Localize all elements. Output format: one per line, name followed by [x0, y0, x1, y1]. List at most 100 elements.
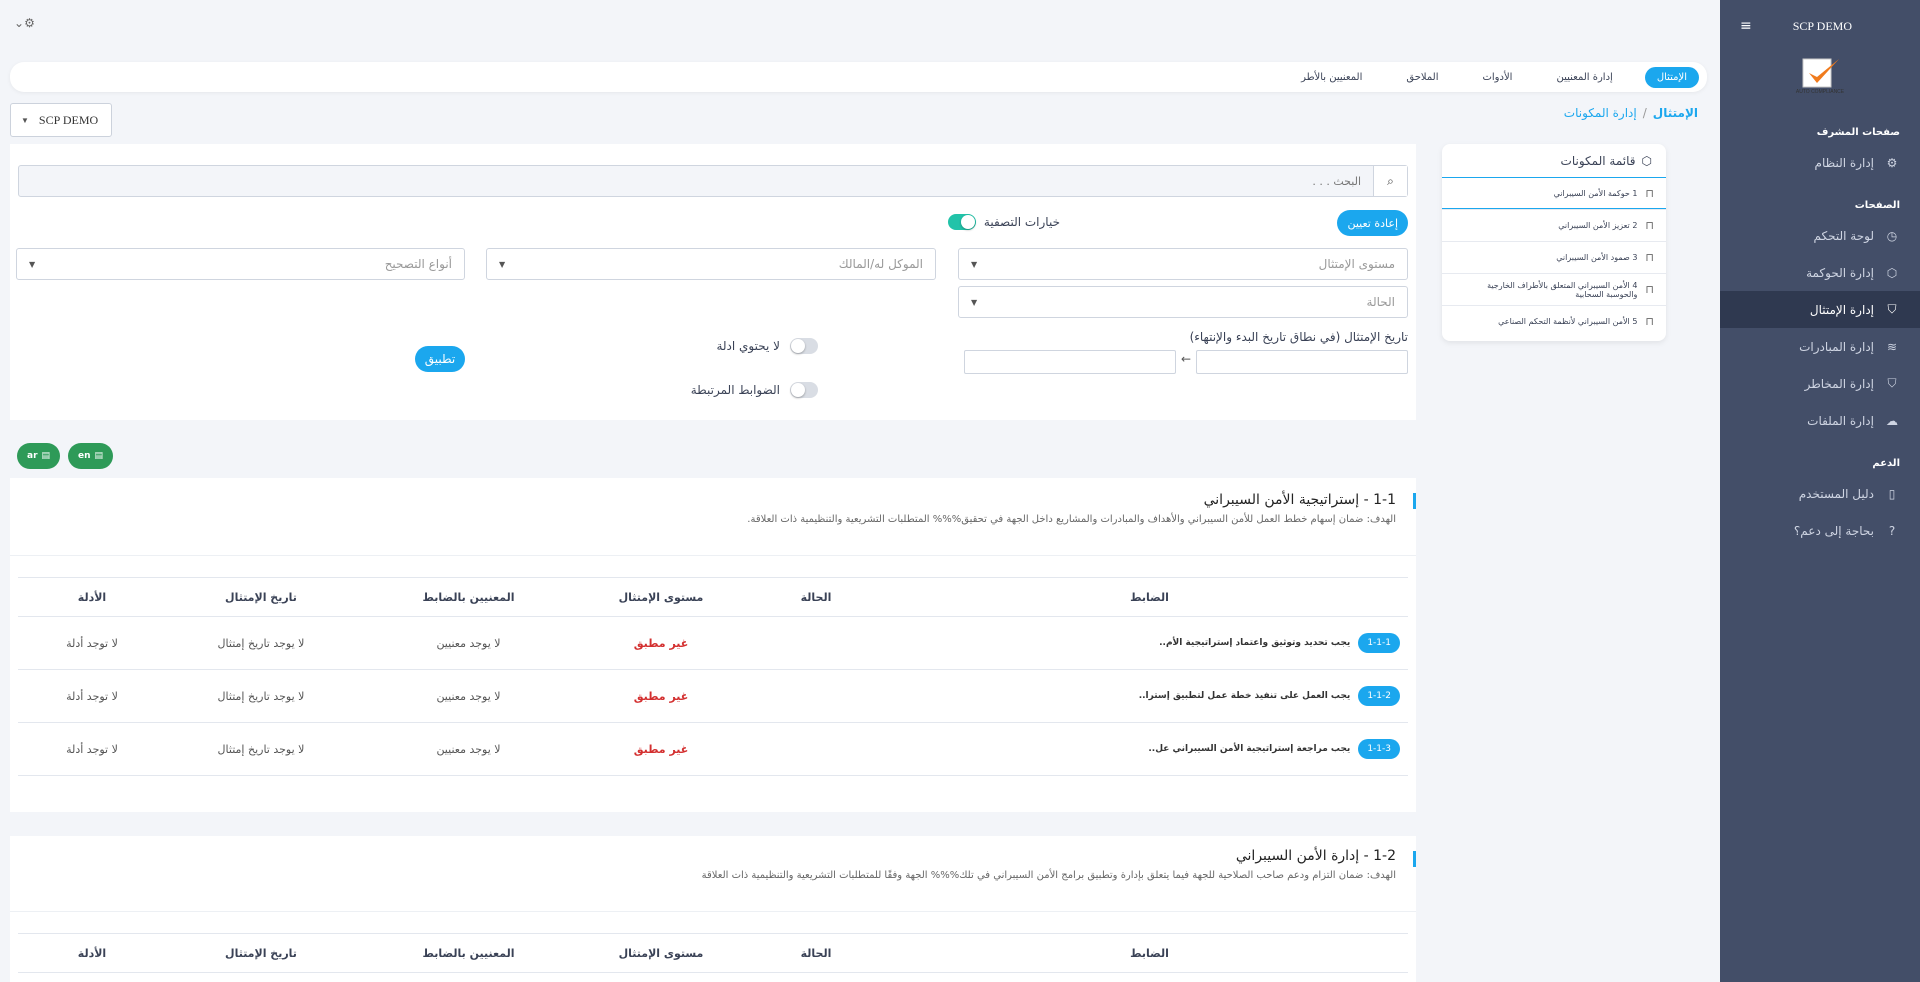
organization-select-value: SCP DEMO	[38, 112, 99, 127]
control-section: 1-1 - إستراتيجية الأمن السيبراني الهدف: …	[10, 478, 1416, 812]
search-button[interactable]: ⌕	[1373, 166, 1407, 196]
assignees: لا يوجد معنيين	[436, 636, 501, 650]
cube-icon: ⬡	[1886, 265, 1898, 280]
settings-dropdown[interactable]: ⌄⚙	[14, 16, 35, 30]
compliance-date-label: تاريخ الإمتثال (في نطاق تاريخ البدء والإ…	[1189, 330, 1408, 344]
tab-appendices[interactable]: الملاحق	[1394, 67, 1450, 88]
section-accent-bar	[1413, 493, 1416, 509]
shield-icon: ⛉	[1887, 376, 1897, 390]
chevron-down-icon: ▼	[21, 115, 29, 125]
control-code-badge[interactable]: 1-1-3	[1358, 739, 1400, 759]
divider	[10, 911, 1416, 912]
compliance-level: غير مطبق	[633, 636, 689, 650]
tab-stakeholders[interactable]: إدارة المعنيين	[1544, 67, 1624, 88]
tab-tools[interactable]: الأدوات	[1470, 67, 1524, 88]
control-code-badge[interactable]: 1-1-2	[1358, 686, 1400, 706]
components-list: ⬡ قائمة المكونات ⊓ 1 حوكمة الأمن السيبران…	[1442, 144, 1666, 341]
layers-icon: ≋	[1886, 339, 1898, 354]
compliance-level: غير مطبق	[633, 742, 689, 756]
evidence: لا توجد أدلة	[66, 636, 118, 650]
sidebar-item-risks[interactable]: ⛉ إدارة المخاطر	[1720, 365, 1920, 402]
correction-types-select[interactable]: أنواع التصحيح ▼	[16, 248, 465, 280]
sidebar-item-compliance[interactable]: ⛉ إدارة الإمتثال	[1720, 291, 1920, 328]
sidebar: SCP DEMO ≡ AUTO COMPLIANCE صفحات المشرف …	[1720, 0, 1920, 982]
bookmark-icon: ⊓	[1645, 251, 1654, 264]
compliance-level: غير مطبق	[633, 689, 689, 703]
export-ar-button[interactable]: ar ▤	[17, 443, 61, 469]
control-text[interactable]: يجب تحديد وتوثيق واعتماد إستراتيجية الأم…	[1159, 638, 1350, 648]
component-item[interactable]: ⊓ 3 صمود الأمن السيبراني	[1442, 241, 1666, 273]
assignees: لا يوجد معنيين	[436, 689, 501, 703]
sidebar-item-files[interactable]: ☁ إدارة الملفات	[1720, 402, 1920, 439]
compliance-date: لا يوجد تاريخ إمتثال	[217, 742, 305, 756]
sidebar-item-governance[interactable]: ⬡ إدارة الحوكمة	[1720, 254, 1920, 291]
no-evidence-label: لا يحتوي ادلة	[716, 339, 780, 353]
sidebar-item-initiatives[interactable]: ≋ إدارة المبادرات	[1720, 328, 1920, 365]
component-item[interactable]: ⊓ 1 حوكمة الأمن السيبراني	[1442, 177, 1666, 209]
bookmark-icon: ⊓	[1645, 186, 1654, 200]
end-date-input[interactable]	[964, 350, 1176, 374]
tab-compliance[interactable]: الإمتثال	[1644, 66, 1699, 88]
section-goal: الهدف: ضمان التزام ودعم صاحب الصلاحية لل…	[701, 870, 1396, 881]
export-en-button[interactable]: en ▤	[68, 443, 114, 469]
sidebar-item-dashboard[interactable]: ◷ لوحة التحكم	[1720, 217, 1920, 254]
control-text[interactable]: يجب مراجعة إستراتيجية الأمن السيبراني عل…	[1148, 744, 1350, 754]
caret-down-icon: ▼	[29, 259, 36, 269]
status-select[interactable]: الحالة ▼	[958, 286, 1408, 318]
components-list-title: قائمة المكونات	[1560, 153, 1636, 168]
reset-button[interactable]: إعادة تعيين	[1337, 210, 1408, 236]
table-row: 1-1-3 يجب مراجعة إستراتيجية الأمن السيبرا…	[18, 723, 1408, 776]
tab-framework-stakeholders[interactable]: المعنيين بالأطر	[1289, 67, 1374, 88]
component-item[interactable]: ⊓ 2 تعزيز الأمن السيبراني	[1442, 209, 1666, 241]
table-row: 1-1-2 يجب العمل على تنفيذ خطة عمل لتطبيق …	[18, 670, 1408, 723]
section-title: 1-2 - إدارة الأمن السيبراني	[1235, 848, 1396, 864]
cloud-upload-icon: ☁	[1886, 413, 1898, 428]
arrow-left-icon: ←	[1180, 352, 1191, 366]
chevron-down-icon: ⌄	[14, 16, 25, 30]
control-code-badge[interactable]: 1-1-1	[1358, 633, 1400, 653]
section-goal: الهدف: ضمان إسهام خطط العمل للأمن السيبر…	[747, 514, 1396, 525]
control-text[interactable]: يجب العمل على تنفيذ خطة عمل لتطبيق إسترا…	[1139, 691, 1351, 701]
sidebar-section-support: الدعم	[1872, 457, 1900, 469]
no-evidence-toggle[interactable]	[790, 338, 818, 354]
assignees: لا يوجد معنيين	[436, 742, 501, 756]
component-item[interactable]: ⊓ 4 الأمن السيبراني المتعلق بالأطراف الخا…	[1442, 273, 1666, 305]
compliance-date: لا يوجد تاريخ إمتثال	[217, 689, 305, 703]
logo: AUTO COMPLIANCE	[1720, 52, 1920, 100]
apply-button[interactable]: تطبيق	[415, 346, 465, 372]
caret-down-icon: ▼	[971, 259, 978, 269]
linked-controls-row: الضوابط المرتبطة	[691, 382, 818, 398]
sidebar-section-pages: الصفحات	[1854, 199, 1900, 211]
checkmark-logo-icon	[1802, 58, 1839, 88]
sidebar-item-help[interactable]: ? بحاجة إلى دعم؟	[1720, 512, 1920, 549]
owner-select[interactable]: الموكل له/المالك ▼	[486, 248, 936, 280]
linked-controls-toggle[interactable]	[790, 382, 818, 398]
search-icon: ⌕	[1387, 173, 1394, 188]
filter-options-label: خيارات التصفية	[983, 215, 1060, 229]
search-input[interactable]	[19, 166, 1373, 196]
caret-down-icon: ▼	[971, 297, 978, 307]
file-icon: ▤	[41, 451, 51, 461]
search-box: ⌕	[18, 165, 1408, 197]
top-tabs: الإمتثال إدارة المعنيين الأدوات الملاحق …	[10, 62, 1707, 92]
gear-icon: ⚙	[24, 16, 35, 30]
menu-toggle-icon[interactable]: ≡	[1740, 18, 1752, 34]
divider	[10, 555, 1416, 556]
sidebar-header: SCP DEMO ≡	[1720, 0, 1920, 52]
help-icon: ?	[1888, 523, 1896, 538]
sidebar-item-user-guide[interactable]: ▯ دليل المستخدم	[1720, 475, 1920, 512]
compliance-level-select[interactable]: مستوى الإمتثال ▼	[958, 248, 1408, 280]
logo-text: AUTO COMPLIANCE	[1795, 89, 1845, 95]
sidebar-item-system-management[interactable]: ⚙ إدارة النظام	[1720, 144, 1920, 181]
breadcrumb: الإمتثال / إدارة المكونات	[1564, 106, 1698, 120]
bookmark-icon: ⊓	[1645, 315, 1654, 328]
dashboard-icon: ◷	[1886, 228, 1898, 243]
start-date-input[interactable]	[1196, 350, 1408, 374]
component-item[interactable]: ⊓ 5 الأمن السيبراني لأنظمة التحكم الصناعي	[1442, 305, 1666, 337]
box-icon: ⬡	[1641, 153, 1652, 168]
breadcrumb-components[interactable]: إدارة المكونات	[1564, 106, 1637, 120]
filter-options-toggle[interactable]	[947, 214, 976, 230]
organization-select[interactable]: ▼ SCP DEMO	[10, 103, 112, 137]
bookmark-icon: ⊓	[1645, 283, 1654, 296]
breadcrumb-compliance[interactable]: الإمتثال	[1653, 106, 1698, 120]
